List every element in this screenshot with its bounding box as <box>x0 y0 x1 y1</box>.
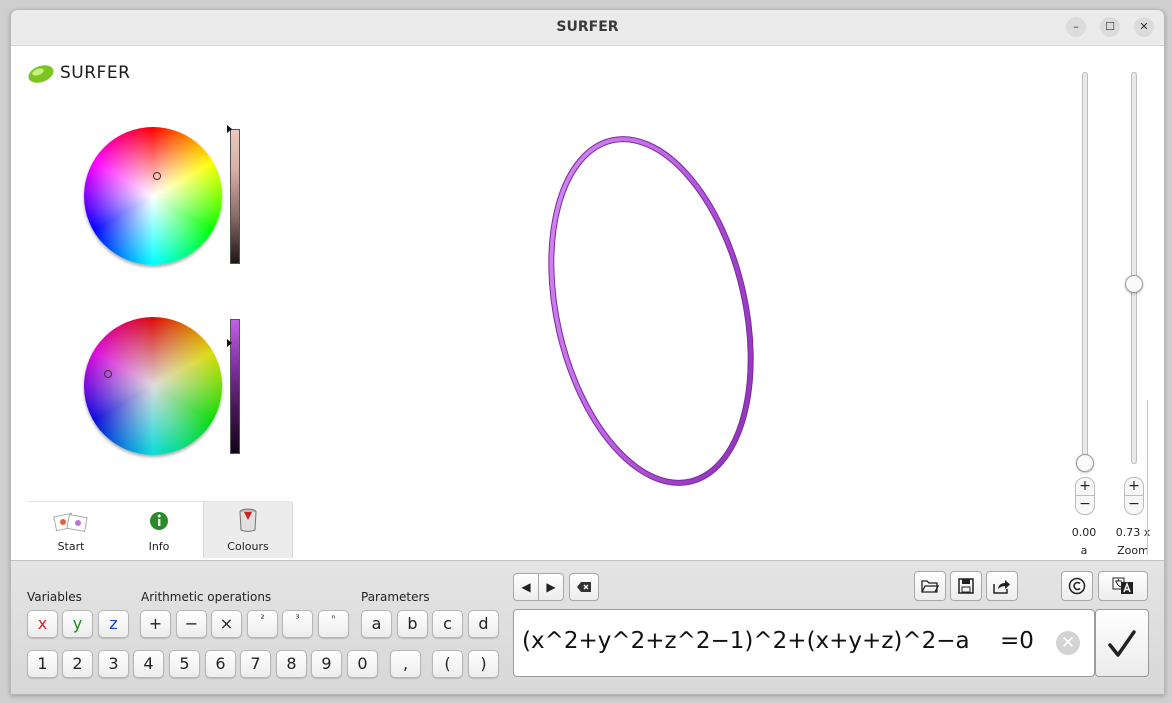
key-6[interactable]: 6 <box>205 650 236 678</box>
language-button[interactable] <box>1098 571 1148 601</box>
parameter-a-value: 0.00 <box>1071 526 1097 539</box>
tab-start[interactable]: Start <box>27 502 115 558</box>
share-icon <box>993 580 1010 594</box>
outside-colour-wheel[interactable] <box>84 127 222 265</box>
cursor-right-button[interactable]: ▶ <box>538 573 564 601</box>
formula-text: (x^2+y^2+z^2−1)^2+(x+y+z)^2−a <box>522 628 970 654</box>
brightness-marker[interactable] <box>227 125 232 133</box>
paint-bucket-icon <box>239 508 257 532</box>
parameter-a-label: a <box>1080 544 1088 557</box>
floppy-disk-icon <box>958 578 974 594</box>
side-tabs: Start Info Colours <box>27 501 293 558</box>
save-button[interactable] <box>950 571 982 601</box>
key-cube[interactable]: ³ <box>282 610 313 638</box>
zoom-stepper[interactable]: + − <box>1124 477 1144 515</box>
title-bar: SURFER – ☐ ✕ <box>11 10 1164 46</box>
copyright-button[interactable] <box>1061 571 1093 601</box>
window-title: SURFER <box>556 19 619 35</box>
open-file-button[interactable] <box>914 571 946 601</box>
key-y[interactable]: y <box>62 610 93 638</box>
close-button[interactable]: ✕ <box>1134 17 1154 37</box>
key-1[interactable]: 1 <box>27 650 58 678</box>
checkmark-icon <box>1108 630 1136 657</box>
key-b[interactable]: b <box>397 610 428 638</box>
arithmetic-label: Arithmetic operations <box>141 590 272 604</box>
info-icon <box>150 512 168 530</box>
variables-label: Variables <box>27 590 82 604</box>
key-2[interactable]: 2 <box>62 650 93 678</box>
key-power-n[interactable]: ⁿ <box>318 610 349 638</box>
apply-formula-button[interactable] <box>1095 609 1149 677</box>
key-x[interactable]: x <box>27 610 58 638</box>
key-5[interactable]: 5 <box>169 650 200 678</box>
key-right-paren[interactable]: ) <box>468 650 499 678</box>
colour-picker-handle[interactable] <box>153 172 161 180</box>
key-times[interactable]: × <box>211 610 242 638</box>
key-7[interactable]: 7 <box>240 650 271 678</box>
key-comma[interactable]: , <box>390 650 421 678</box>
inside-colour-wheel[interactable] <box>84 317 222 455</box>
copyright-icon <box>1068 577 1086 595</box>
tab-colours[interactable]: Colours <box>203 502 293 558</box>
key-left-paren[interactable]: ( <box>432 650 463 678</box>
export-button[interactable] <box>986 571 1018 601</box>
parameter-a-stepper[interactable]: + − <box>1075 477 1095 515</box>
brightness-marker[interactable] <box>227 339 232 347</box>
tab-label: Start <box>57 540 85 553</box>
brand-name: SURFER <box>60 63 131 83</box>
folder-icon <box>921 580 940 593</box>
clear-formula-button[interactable]: ✕ <box>1056 631 1080 655</box>
key-c[interactable]: c <box>432 610 463 638</box>
colour-picker-handle[interactable] <box>104 370 112 378</box>
key-4[interactable]: 4 <box>133 650 164 678</box>
zoom-label: Zoom <box>1117 544 1149 557</box>
zoom-value: 0.73 x <box>1115 526 1151 539</box>
key-d[interactable]: d <box>468 610 499 638</box>
tab-info[interactable]: Info <box>115 502 203 558</box>
key-square[interactable]: ² <box>247 610 278 638</box>
formula-input[interactable]: (x^2+y^2+z^2−1)^2+(x+y+z)^2−a =0 ✕ <box>513 609 1095 677</box>
zoom-slider[interactable] <box>1131 72 1137 464</box>
key-minus[interactable]: − <box>176 610 207 638</box>
key-z[interactable]: z <box>98 610 129 638</box>
key-0[interactable]: 0 <box>347 650 378 678</box>
cursor-left-button[interactable]: ◀ <box>513 573 539 601</box>
parameters-label: Parameters <box>361 590 430 604</box>
maximize-button[interactable]: ☐ <box>1100 17 1120 37</box>
key-3[interactable]: 3 <box>98 650 129 678</box>
key-a[interactable]: a <box>361 610 392 638</box>
surfer-logo-icon <box>28 65 54 83</box>
zoom-slider-knob[interactable] <box>1125 275 1143 293</box>
images-icon <box>53 512 88 533</box>
key-9[interactable]: 9 <box>311 650 342 678</box>
app-window: SURFER – ☐ ✕ SURFER Start Info Colours +… <box>10 9 1165 695</box>
parameter-a-slider[interactable] <box>1082 72 1088 464</box>
tab-label: Info <box>148 540 170 553</box>
outside-brightness-bar[interactable] <box>230 129 240 264</box>
key-8[interactable]: 8 <box>276 650 307 678</box>
translate-icon <box>1112 577 1133 594</box>
surface-render[interactable] <box>511 110 811 510</box>
formula-equals: =0 <box>1000 628 1034 654</box>
backspace-button[interactable] <box>569 573 599 601</box>
backspace-icon <box>577 582 591 592</box>
divider <box>1147 400 1148 555</box>
parameter-a-slider-knob[interactable] <box>1076 454 1094 472</box>
minimize-button[interactable]: – <box>1066 17 1086 37</box>
tab-label: Colours <box>227 540 269 553</box>
key-plus[interactable]: + <box>140 610 171 638</box>
